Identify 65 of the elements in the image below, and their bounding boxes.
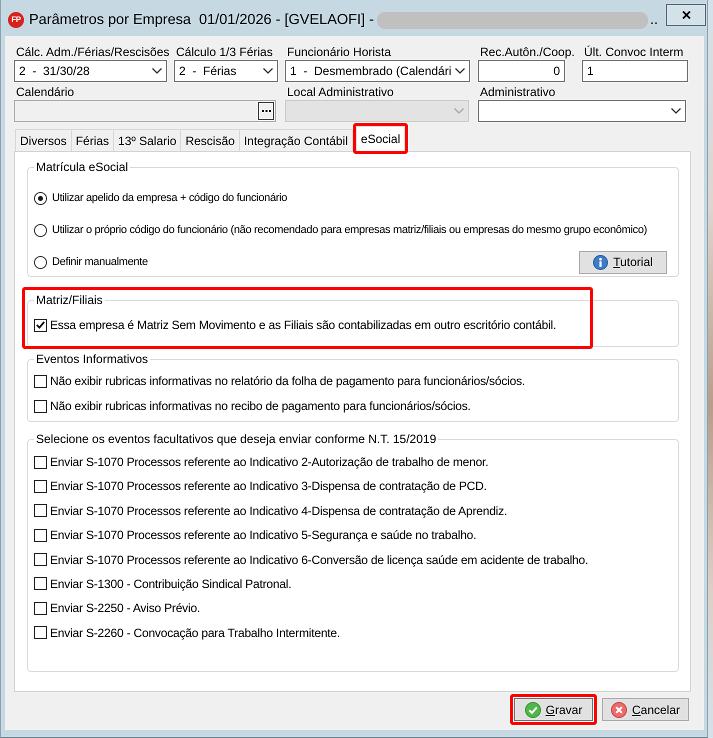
checkbox-label: Enviar S-1300 - Contribuição Sindical Patronal. — [50, 576, 292, 591]
window-title: Parâmetros por Empresa 01/01/2026 - [GVELAOFI] - — [29, 12, 374, 28]
checkbox-label: Não exibir rubricas informativas no recibo de pagamento para funcionários/sócios. — [50, 399, 471, 413]
tutorial-button[interactable]: Tutorial — [579, 250, 667, 274]
field-label: Cálc. Adm./Férias/Rescisões — [15, 45, 170, 60]
radio-label: Utilizar o próprio código do funcionário (não recomendado para empresas matriz/filiais ou empresas do mesmo grupo econômico) — [52, 224, 648, 236]
radio-button[interactable] — [34, 224, 47, 236]
close-button[interactable] — [666, 4, 706, 26]
app-logo: FP — [8, 12, 24, 28]
checkbox-label: Enviar S-1070 Processos referente ao Indicativo 5-Segurança e saúde no trabalho. — [50, 528, 476, 542]
field-label: Rec.Autôn./Coop. — [479, 45, 575, 60]
chevron-down-icon — [671, 108, 681, 114]
radio-label: Definir manualmente — [52, 256, 148, 268]
tab[interactable]: Diversos — [15, 129, 72, 151]
checkbox[interactable] — [34, 456, 47, 468]
close-icon — [682, 11, 690, 19]
checkbox-label: Enviar S-1070 Processos referente ao Indicativo 6-Conversão de licença saúde em acidente de trabalho. — [50, 552, 588, 567]
chevron-down-icon — [263, 68, 273, 74]
checkbox[interactable] — [34, 528, 47, 542]
field-label: Local Administrativo — [286, 85, 394, 100]
cancel-button[interactable]: Cancelar — [602, 698, 689, 721]
checkbox-label: Enviar S-2250 - Aviso Prévio. — [50, 601, 200, 616]
field-label: Administrativo — [479, 85, 556, 100]
checkbox-label: Enviar S-1070 Processos referente ao Indicativo 2-Autorização de trabalho de menor. — [50, 455, 488, 469]
info-icon — [593, 254, 608, 270]
field-label: Cálculo 1/3 Férias — [175, 45, 273, 60]
dropdown[interactable] — [478, 100, 686, 122]
checkbox[interactable] — [34, 318, 47, 332]
dropdown[interactable]: 1 - Desmembrado (Calendári — [285, 60, 470, 82]
dropdown[interactable]: 2 - 31/30/28 — [14, 60, 167, 82]
checkbox[interactable] — [34, 602, 47, 615]
field-label: Calendário — [15, 85, 74, 100]
radio-label: Utilizar apelido da empresa + código do funcionário — [52, 192, 288, 204]
checkbox-label: Essa empresa é Matriz Sem Movimento e as Filiais são contabilizadas em outro escritório contábil. — [50, 318, 556, 332]
group-title: Matriz/Filiais — [35, 293, 104, 307]
checkbox-label: Não exibir rubricas informativas no relatório da folha de pagamento para funcionários/sócios. — [50, 374, 525, 388]
chevron-down-icon — [152, 68, 162, 74]
x-circle-icon — [610, 702, 627, 718]
checkbox[interactable] — [34, 577, 47, 590]
radio-button[interactable] — [34, 192, 47, 204]
field-label: Funcionário Horista — [286, 45, 392, 60]
tab[interactable]: Integração Contábil — [238, 129, 353, 151]
title-ellipsis: .. — [650, 12, 658, 28]
chevron-down-icon — [454, 108, 464, 114]
text-field[interactable]: 0 — [478, 60, 565, 82]
field-label: Últ. Convoc Interm — [583, 45, 684, 60]
checkbox[interactable] — [34, 553, 47, 566]
text-field[interactable]: 1 — [582, 60, 688, 82]
group-title: Selecione os eventos facultativos que deseja enviar conforme N.T. 15/2019 — [35, 432, 438, 446]
checkbox[interactable] — [34, 400, 47, 412]
checkbox[interactable] — [34, 480, 47, 493]
checkbox[interactable] — [34, 626, 47, 640]
chevron-down-icon — [455, 68, 465, 74]
save-button[interactable]: Gravar — [514, 698, 593, 721]
dropdown[interactable]: 2 - Férias — [174, 60, 278, 82]
checkbox[interactable] — [34, 504, 47, 518]
checkbox-label: Enviar S-1070 Processos referente ao Indicativo 3-Dispensa de contratação de PCD. — [50, 479, 487, 494]
check-circle-icon — [524, 702, 541, 718]
checkbox-label: Enviar S-1070 Processos referente ao Indicativo 4-Dispensa de contratação de Aprendiz. — [50, 504, 508, 518]
group-title: Matrícula eSocial — [35, 160, 130, 174]
checkbox-label: Enviar S-2260 - Convocação para Trabalho Intermitente. — [50, 626, 340, 640]
radio-button[interactable] — [34, 256, 47, 268]
tab[interactable]: eSocial — [356, 126, 406, 151]
group-title: Eventos Informativos — [35, 352, 150, 366]
checkbox[interactable] — [34, 374, 47, 388]
